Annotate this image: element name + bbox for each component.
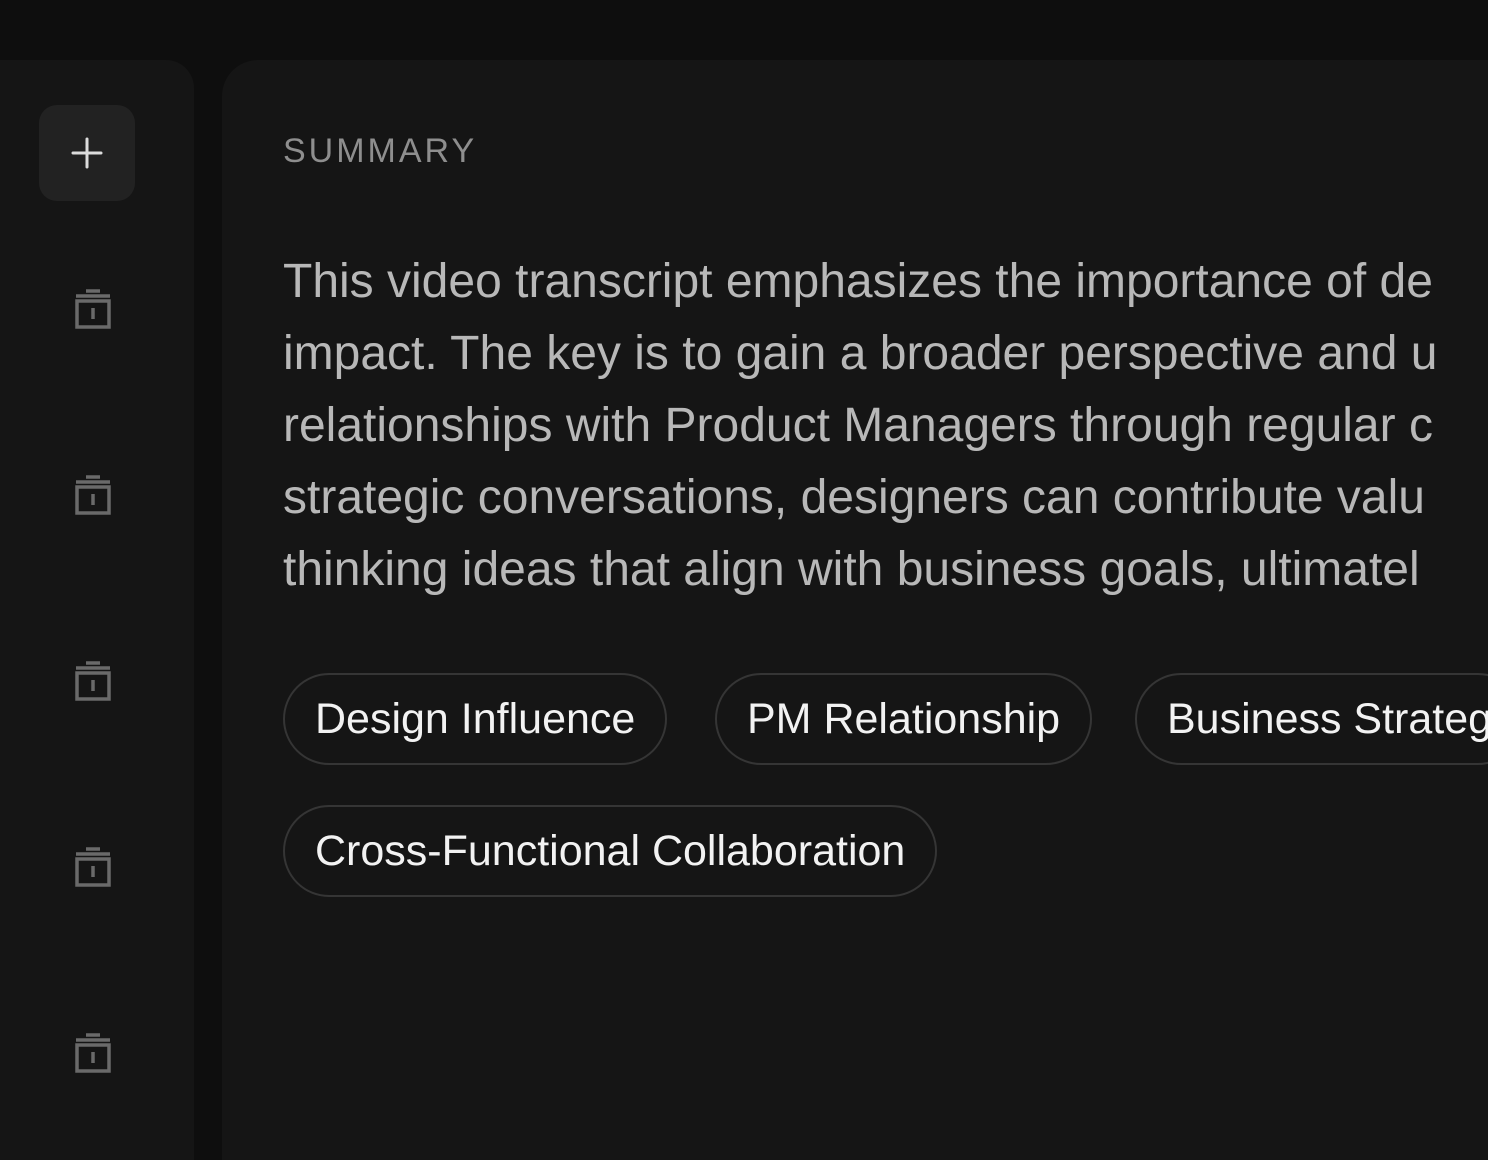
trash-icon bbox=[75, 475, 111, 515]
sidebar bbox=[0, 60, 194, 1160]
trash-icon bbox=[75, 1033, 111, 1073]
summary-line: This video transcript emphasizes the imp… bbox=[283, 255, 1433, 308]
plus-icon bbox=[71, 137, 103, 169]
summary-line: thinking ideas that align with business … bbox=[283, 543, 1420, 596]
tag-pm-relationship[interactable]: PM Relationship bbox=[715, 673, 1093, 765]
summary-panel: SUMMARY This video transcript emphasizes… bbox=[222, 60, 1488, 1160]
trash-icon bbox=[75, 847, 111, 887]
delete-button[interactable] bbox=[72, 1032, 114, 1074]
trash-icon bbox=[75, 661, 111, 701]
trash-icon bbox=[75, 289, 111, 329]
delete-button[interactable] bbox=[72, 660, 114, 702]
delete-button[interactable] bbox=[72, 288, 114, 330]
add-button[interactable] bbox=[39, 105, 135, 201]
tag-design-influence[interactable]: Design Influence bbox=[283, 673, 668, 765]
summary-line: impact. The key is to gain a broader per… bbox=[283, 327, 1438, 380]
section-title: SUMMARY bbox=[283, 132, 478, 170]
delete-button[interactable] bbox=[72, 474, 114, 516]
summary-line: relationships with Product Managers thro… bbox=[283, 399, 1433, 452]
tag-business-strategy[interactable]: Business Strateg bbox=[1135, 673, 1488, 765]
tag-cross-functional-collaboration[interactable]: Cross-Functional Collaboration bbox=[283, 805, 938, 897]
summary-text: This video transcript emphasizes the imp… bbox=[283, 246, 1488, 606]
summary-line: strategic conversations, designers can c… bbox=[283, 471, 1425, 524]
delete-button[interactable] bbox=[72, 846, 114, 888]
